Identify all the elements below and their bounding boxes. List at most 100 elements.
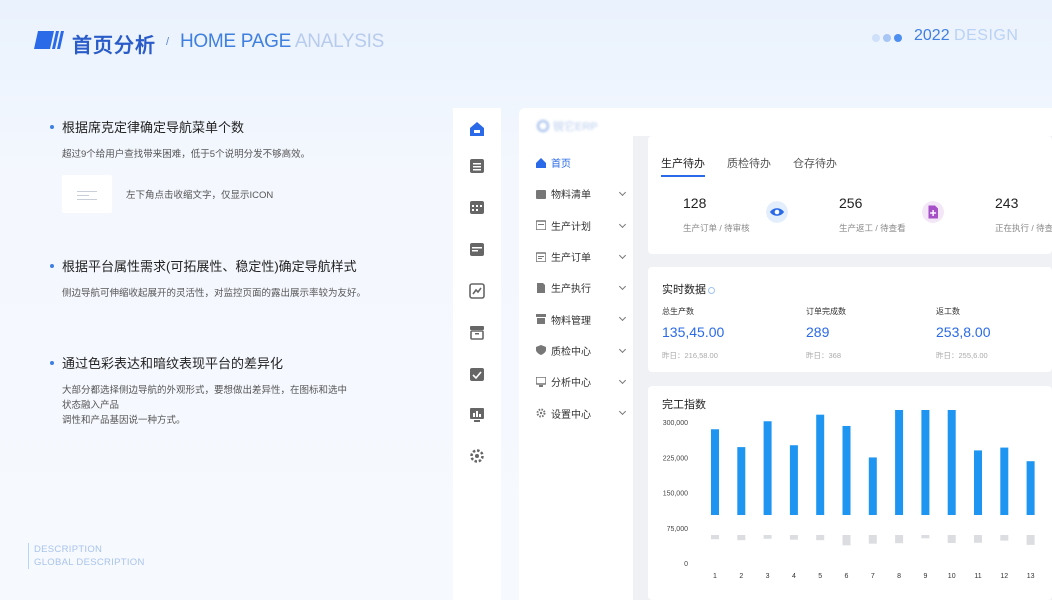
- sidebar-menu: 首页 物料清单 生产计划 生产订单 生产执行 物料管理 质检中心 分析中心 设置…: [519, 147, 633, 429]
- point-desc: 大部分都选择侧边导航的外观形式，要想做出差异性，在图标和选中 状态融入产品 调性…: [62, 383, 382, 428]
- bar-negative: [895, 535, 904, 544]
- sidebar-item-analysis[interactable]: 分析中心: [519, 366, 633, 397]
- sidebar-item-label: 设置中心: [551, 409, 591, 421]
- year-design-label: 2022 DESIGN: [914, 27, 1018, 45]
- home-icon: [536, 157, 546, 168]
- subtitle-part-b: ANALYSIS: [290, 31, 385, 52]
- bullet-icon: [50, 124, 54, 129]
- sidebar-item-label: 首页: [551, 159, 571, 171]
- eye-icon: [766, 201, 788, 223]
- x-tick-label: 12: [1000, 573, 1008, 580]
- doc-icon: [537, 282, 545, 293]
- bar: [1026, 461, 1035, 515]
- x-tick-label: 6: [845, 573, 849, 580]
- bar: [763, 421, 772, 515]
- calendar-icon: [536, 220, 546, 231]
- bullet-icon: [50, 263, 54, 268]
- x-tick-label: 7: [871, 573, 875, 580]
- gear-icon: [536, 408, 546, 418]
- stat-value: 243: [995, 195, 1019, 211]
- sidebar-item-label: 质检中心: [551, 346, 591, 358]
- tab-quality-todo[interactable]: 质检待办: [727, 155, 771, 177]
- title-separator: /: [166, 36, 170, 48]
- realtime-title: 实时数据: [662, 281, 715, 297]
- tab-production-todo[interactable]: 生产待办: [661, 155, 705, 177]
- bar: [789, 445, 798, 515]
- calendar-icon[interactable]: [469, 199, 485, 215]
- sidebar-item-material[interactable]: 物料管理: [519, 303, 633, 334]
- point-desc-line: 状态融入产品: [62, 400, 120, 411]
- point-title: 根据平台属性需求(可拓展性、稳定性)确定导航样式: [62, 259, 357, 274]
- add-doc-icon: [922, 201, 944, 223]
- bar: [895, 410, 904, 515]
- sidebar-item-bom[interactable]: 物料清单: [519, 178, 633, 209]
- chevron-down-icon: [618, 408, 627, 416]
- sidebar-item-home[interactable]: 首页: [519, 147, 633, 178]
- sidebar-item-label: 物料清单: [551, 190, 591, 202]
- sidebar-item-label: 生产执行: [551, 284, 591, 296]
- calendar-check-icon[interactable]: [469, 241, 485, 257]
- bar: [921, 410, 930, 515]
- bar-negative: [974, 535, 982, 543]
- page-title: 首页分析: [72, 35, 156, 57]
- brand-mark-icon: [537, 120, 549, 132]
- description-label: DESCRIPTION GLOBAL DESCRIPTION: [28, 543, 145, 569]
- order-icon: [536, 251, 546, 262]
- chevron-down-icon: [618, 251, 627, 259]
- bar-negative: [1026, 535, 1035, 545]
- x-tick-label: 8: [897, 573, 901, 580]
- bar: [1000, 447, 1009, 515]
- bar: [868, 457, 877, 515]
- point-title: 通过色彩表达和暗纹表现平台的差异化: [62, 356, 284, 371]
- bar-negative: [789, 535, 798, 540]
- point-desc-line: 大部分都选择侧边导航的外观形式，要想做出差异性，在图标和选中: [62, 385, 348, 396]
- x-tick-label: 3: [766, 573, 770, 580]
- sidebar-item-plan[interactable]: 生产计划: [519, 210, 633, 241]
- chevron-down-icon: [618, 220, 627, 228]
- point-3: 通过色彩表达和暗纹表现平台的差异化 大部分都选择侧边导航的外观形式，要想做出差异…: [50, 353, 382, 428]
- bar: [947, 410, 956, 515]
- bar-negative: [921, 535, 930, 539]
- box-icon: [536, 189, 546, 199]
- chevron-down-icon: [618, 377, 627, 385]
- brand-name: 锐它ERP: [553, 121, 598, 133]
- sidebar-item-label: 生产订单: [551, 253, 591, 265]
- y-tick-label: 225,000: [663, 455, 688, 462]
- sidebar-item-settings[interactable]: 设置中心: [519, 397, 633, 428]
- sidebar-item-order[interactable]: 生产订单: [519, 241, 633, 272]
- bar-negative: [737, 535, 746, 541]
- y-tick-label: 75,000: [667, 526, 689, 533]
- sidebar-item-execute[interactable]: 生产执行: [519, 272, 633, 303]
- collapse-demo-text: 左下角点击收缩文字，仅显示ICON: [126, 190, 274, 201]
- brand-logo-icon: [34, 31, 64, 49]
- stat-value: 256: [839, 195, 863, 211]
- decor-dots: [872, 34, 902, 42]
- monitor-chart-icon[interactable]: [469, 407, 485, 423]
- archive-icon[interactable]: [469, 324, 485, 340]
- stat-label: 正在执行 / 待查: [995, 223, 1052, 233]
- point-title: 根据席克定律确定导航菜单个数: [62, 120, 245, 135]
- x-tick-label: 10: [948, 573, 956, 580]
- home-icon[interactable]: [469, 121, 485, 137]
- chevron-down-icon: [618, 314, 627, 322]
- x-tick-label: 9: [923, 573, 927, 580]
- gear-icon[interactable]: [469, 448, 485, 464]
- stat-label: 生产订单 / 待审核: [683, 223, 750, 233]
- chart-doc-icon[interactable]: [469, 283, 485, 299]
- list-icon[interactable]: [469, 158, 485, 174]
- bar-negative: [842, 535, 851, 546]
- subtitle-part-a: HOME PAGE: [180, 31, 291, 52]
- chevron-down-icon: [618, 283, 627, 291]
- realtime-label: 返工数: [936, 307, 960, 316]
- task-icon[interactable]: [469, 366, 485, 382]
- x-tick-label: 1: [713, 573, 717, 580]
- monitor-icon: [536, 376, 546, 387]
- sidebar-item-quality[interactable]: 质检中心: [519, 335, 633, 366]
- description-line-2: GLOBAL DESCRIPTION: [34, 557, 145, 568]
- shield-icon: [536, 345, 546, 356]
- brand-logo: 锐它ERP: [537, 118, 598, 134]
- chevron-down-icon: [618, 189, 627, 197]
- tab-warehouse-todo[interactable]: 仓存待办: [793, 155, 837, 177]
- year-label: 2022: [914, 27, 950, 44]
- collapse-demo-box: [62, 175, 112, 213]
